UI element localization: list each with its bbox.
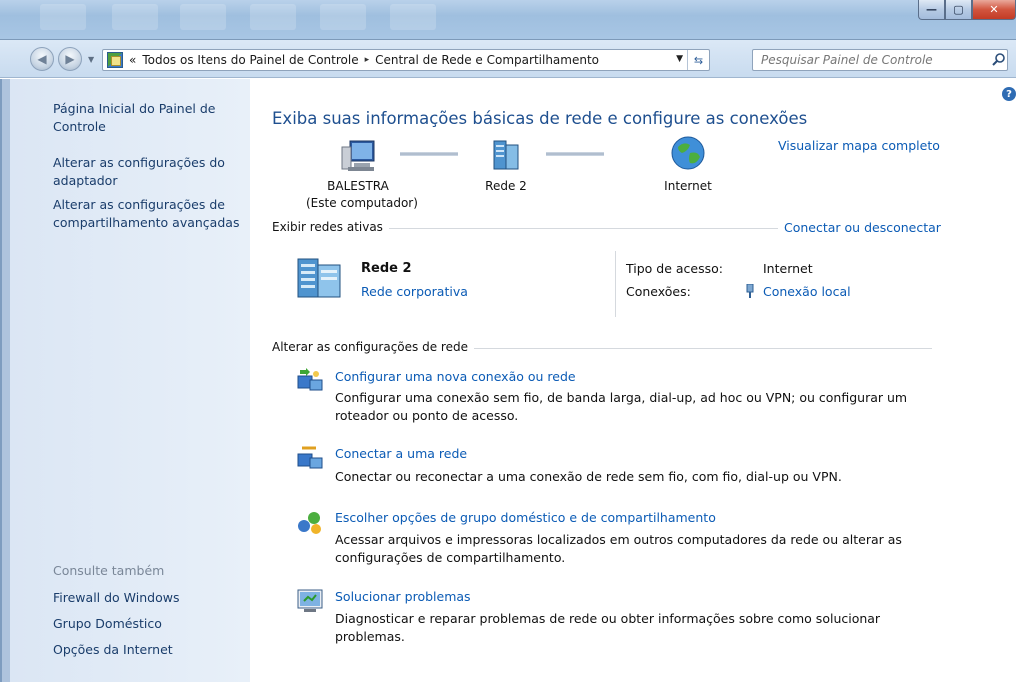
connections-key: Conexões: <box>626 284 691 299</box>
search-input[interactable] <box>761 53 981 67</box>
network-category-link[interactable]: Rede corporativa <box>361 284 468 299</box>
help-icon[interactable]: ? <box>1002 87 1016 101</box>
map-connector <box>546 152 604 156</box>
computer-icon[interactable] <box>340 137 376 173</box>
connect-disconnect-link[interactable]: Conectar ou desconectar <box>778 220 941 235</box>
left-task-pane: Página Inicial do Painel de Controle Alt… <box>0 79 250 682</box>
page-title: Exiba suas informações básicas de rede e… <box>272 109 808 128</box>
active-networks-label: Exibir redes ativas <box>272 220 389 234</box>
address-bar[interactable]: « Todos os Itens do Painel de Controle ▸… <box>102 49 710 71</box>
vertical-divider <box>615 251 616 317</box>
map-node-label: BALESTRA <box>327 179 389 193</box>
window-frame-left <box>0 79 2 682</box>
ethernet-icon <box>745 283 759 301</box>
map-node-label: Internet <box>664 179 712 193</box>
map-node-sublabel: (Este computador) <box>306 196 418 210</box>
connect-network-icon[interactable] <box>296 446 324 472</box>
homegroup-sharing-link[interactable]: Escolher opções de grupo doméstico e de … <box>335 510 716 525</box>
task-description: Configurar uma conexão sem fio, de banda… <box>335 390 908 405</box>
access-type-value: Internet <box>763 261 813 276</box>
address-dropdown-icon[interactable]: ▼ <box>676 54 683 64</box>
sidebar-link-adapter-settings[interactable]: Alterar as configurações do adaptador <box>53 154 253 190</box>
task-description: Conectar ou reconectar a uma conexão de … <box>335 469 842 484</box>
sidebar-link-firewall[interactable]: Firewall do Windows <box>53 589 253 607</box>
recent-pages-dropdown[interactable]: ▼ <box>88 55 94 64</box>
search-box[interactable] <box>752 49 1008 71</box>
troubleshoot-link[interactable]: Solucionar problemas <box>335 589 471 604</box>
breadcrumb-overflow[interactable]: « <box>129 53 136 67</box>
view-full-map-link[interactable]: Visualizar mapa completo <box>778 138 940 153</box>
task-description: Diagnosticar e reparar problemas de rede… <box>335 611 881 644</box>
titlebar-reflection <box>390 4 436 30</box>
connect-to-network-link[interactable]: Conectar a uma rede <box>335 446 467 461</box>
setup-connection-link[interactable]: Configurar uma nova conexão ou rede <box>335 369 576 384</box>
corporate-network-icon <box>297 258 341 298</box>
titlebar-reflection <box>320 4 366 30</box>
navigation-bar: ◀ ▶ ▼ « Todos os Itens do Painel de Cont… <box>0 40 1016 78</box>
window-titlebar: — ▢ ✕ <box>0 0 1016 40</box>
access-type-key: Tipo de acesso: <box>626 261 723 276</box>
window-controls: — ▢ ✕ <box>918 0 1016 20</box>
sidebar-link-internet-options[interactable]: Opções da Internet <box>53 641 253 659</box>
titlebar-reflection <box>180 4 226 30</box>
titlebar-reflection <box>112 4 158 30</box>
task-description: Acessar arquivos e impressoras localizad… <box>335 532 902 547</box>
back-button[interactable]: ◀ <box>30 47 54 71</box>
forward-button[interactable]: ▶ <box>58 47 82 71</box>
sidebar-link-advanced-sharing[interactable]: Alterar as configurações de compartilham… <box>53 196 253 232</box>
sidebar-link-control-panel-home[interactable]: Página Inicial do Painel de Controle <box>53 100 253 136</box>
task-description: configurações de compartilhamento. <box>335 550 566 565</box>
globe-icon[interactable] <box>670 135 706 171</box>
breadcrumb-separator-icon[interactable]: ▸ <box>365 55 370 65</box>
sidebar-link-homegroup[interactable]: Grupo Doméstico <box>53 615 253 633</box>
homegroup-icon[interactable] <box>296 510 324 536</box>
titlebar-reflection <box>250 4 296 30</box>
maximize-button[interactable]: ▢ <box>945 0 972 20</box>
refresh-icon[interactable]: ⇆ <box>687 50 709 70</box>
titlebar-reflection <box>40 4 86 30</box>
map-node-label: Rede 2 <box>485 179 527 193</box>
new-connection-icon[interactable] <box>296 368 324 394</box>
active-network-name: Rede 2 <box>361 261 412 276</box>
control-panel-icon <box>107 52 123 68</box>
change-settings-label: Alterar as configurações de rede <box>272 340 474 354</box>
breadcrumb-all-items[interactable]: Todos os Itens do Painel de Controle <box>142 53 358 67</box>
network-icon[interactable] <box>488 137 524 173</box>
breadcrumb-network-center[interactable]: Central de Rede e Compartilhamento <box>375 53 599 67</box>
close-button[interactable]: ✕ <box>972 0 1016 20</box>
troubleshoot-icon[interactable] <box>296 587 324 613</box>
task-description: roteador ou ponto de acesso. <box>335 408 519 423</box>
search-icon[interactable] <box>991 52 1007 68</box>
map-connector <box>400 152 458 156</box>
minimize-button[interactable]: — <box>918 0 945 20</box>
local-connection-link[interactable]: Conexão local <box>763 284 851 299</box>
main-content: ? Exiba suas informações básicas de rede… <box>250 79 1016 682</box>
see-also-heading: Consulte também <box>53 563 165 578</box>
